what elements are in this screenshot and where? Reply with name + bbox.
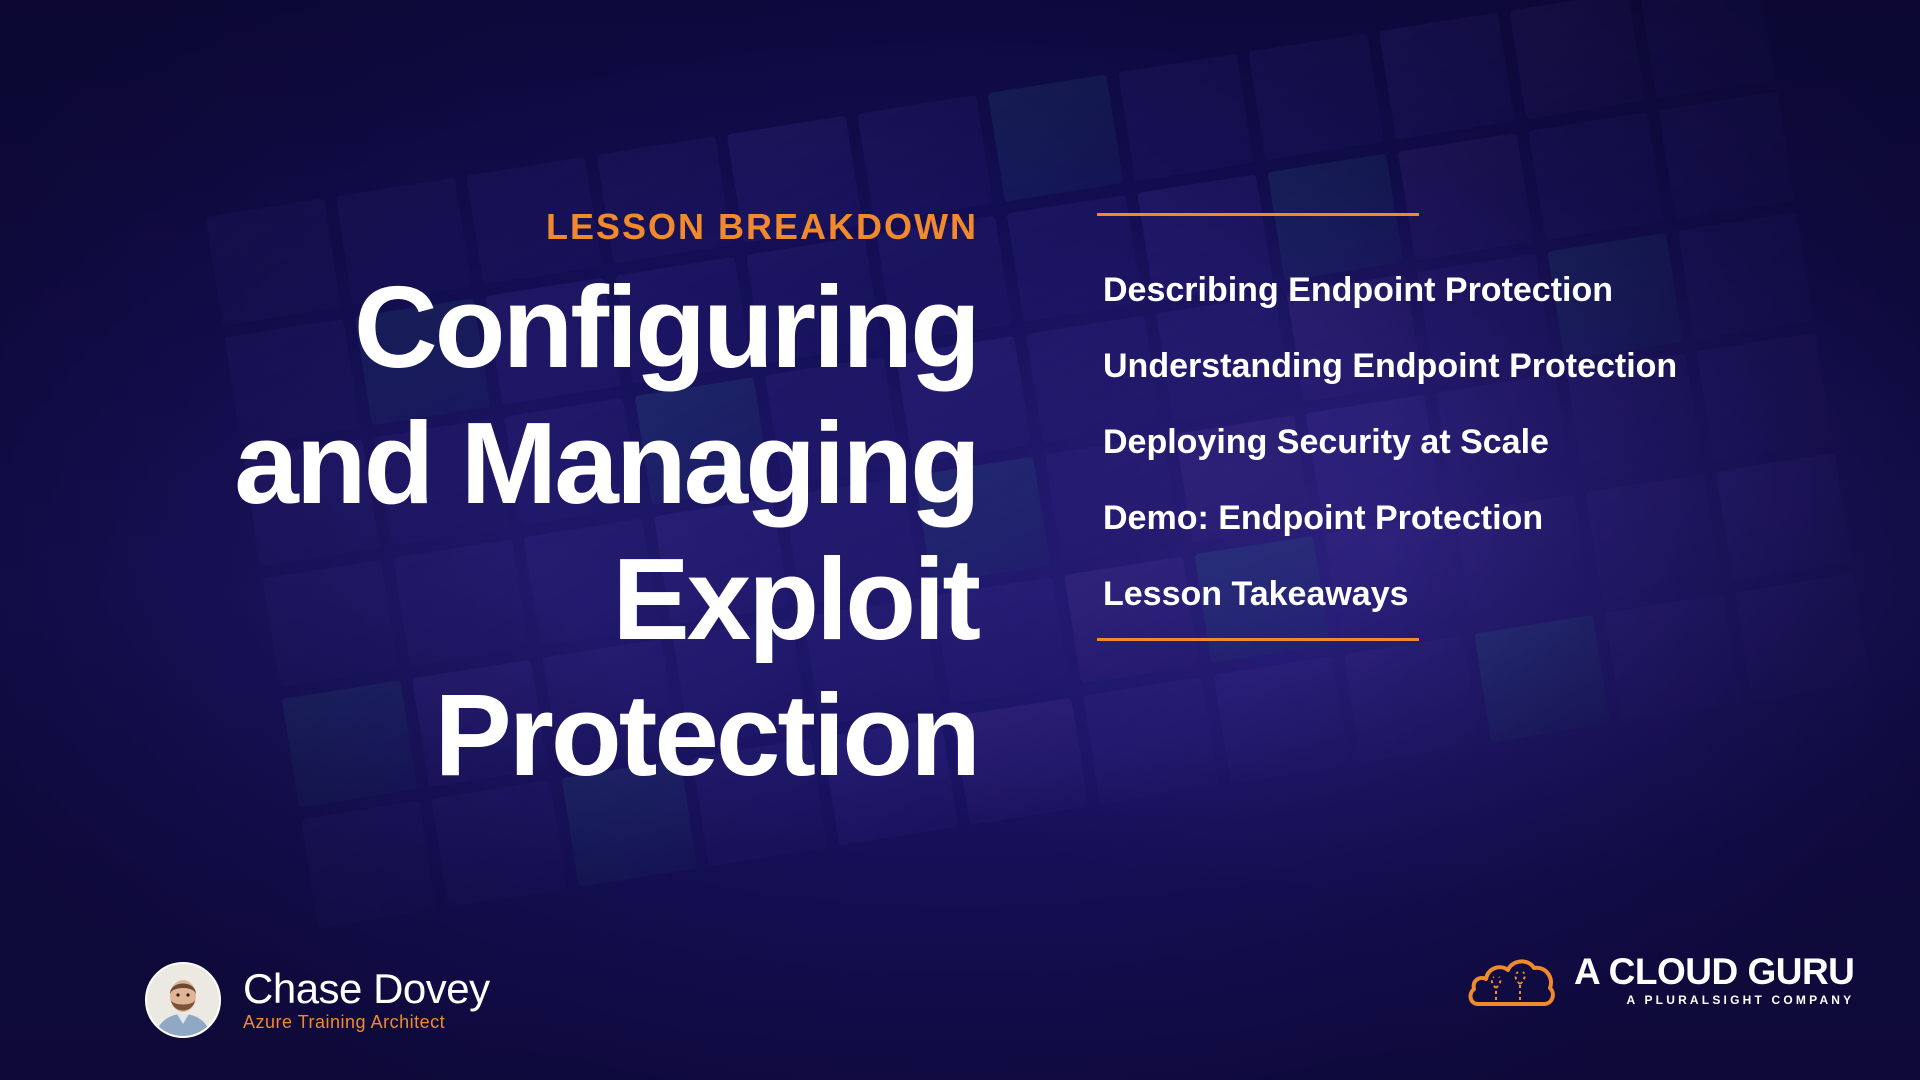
lesson-title-line: and Managing	[234, 398, 981, 528]
lesson-title-line: Protection	[434, 670, 981, 800]
brand-name: A CLOUD GURU	[1574, 951, 1855, 992]
brand-logo: A CLOUD GURU A PLURALSIGHT COMPANY	[1466, 950, 1855, 1010]
lesson-eyebrow: LESSON BREAKDOWN	[545, 206, 978, 247]
topic-item: Lesson Takeaways	[1103, 575, 1409, 613]
cloud-logo-icon	[1468, 959, 1555, 1006]
avatar	[145, 962, 221, 1038]
presenter-info: Chase Dovey Azure Training Architect	[243, 967, 490, 1033]
topic-item: Describing Endpoint Protection	[1103, 271, 1614, 309]
title-block: LESSON BREAKDOWN Configuring and Managin…	[78, 205, 981, 803]
lesson-slide: LESSON BREAKDOWN Configuring and Managin…	[0, 0, 1920, 1080]
brand-text: A CLOUD GURU A PLURALSIGHT COMPANY	[1574, 951, 1855, 1008]
presenter-card: Chase Dovey Azure Training Architect	[145, 962, 490, 1038]
topic-list: Describing Endpoint Protection Understan…	[1103, 252, 1677, 632]
lesson-title-line: Configuring	[353, 262, 981, 392]
topics-top-divider	[1097, 213, 1419, 216]
presenter-role: Azure Training Architect	[243, 1012, 446, 1032]
topics-bottom-divider	[1097, 638, 1419, 641]
topic-item: Demo: Endpoint Protection	[1103, 499, 1544, 537]
topic-item: Understanding Endpoint Protection	[1103, 347, 1678, 385]
topic-item: Deploying Security at Scale	[1103, 423, 1549, 461]
lesson-title-line: Exploit	[612, 534, 981, 664]
brand-tagline: A PLURALSIGHT COMPANY	[1626, 993, 1855, 1007]
lesson-title: Configuring and Managing Exploit Protect…	[78, 259, 981, 803]
presenter-name: Chase Dovey	[243, 965, 490, 1012]
